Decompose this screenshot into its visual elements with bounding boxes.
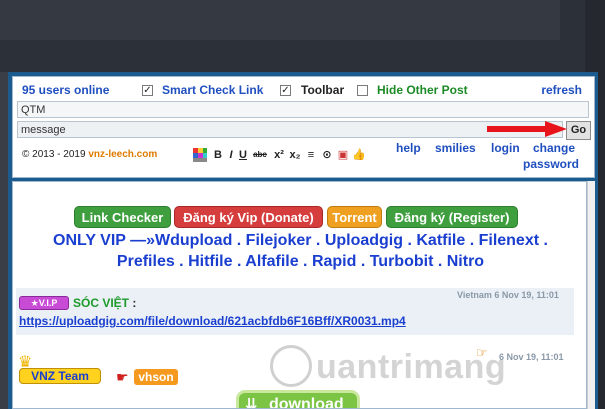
superscript-icon[interactable]: x² (272, 148, 286, 162)
color-palette-icon[interactable] (192, 148, 208, 162)
vip-badge-text: V.I.P (38, 298, 58, 308)
vip-hosts-line-2: Prefiles . Hitfile . Alfafile . Rapid . … (116, 253, 485, 270)
strikethrough-icon[interactable]: abc (250, 148, 270, 162)
hide-other-post-checkbox[interactable] (357, 85, 368, 96)
pointing-hand-icon: ☛ (116, 369, 129, 385)
post-username[interactable]: vhson (134, 369, 178, 385)
underline-icon[interactable]: U (238, 148, 248, 162)
smart-check-link-label[interactable]: Smart Check Link (162, 83, 263, 97)
link-checker-button[interactable]: Link Checker (74, 206, 171, 228)
message-input[interactable]: message (17, 121, 563, 138)
bold-icon[interactable]: B (212, 148, 224, 162)
name-field[interactable]: QTM (17, 101, 589, 118)
message-input-placeholder: message (21, 124, 66, 136)
go-button[interactable]: Go (566, 121, 591, 140)
refresh-link[interactable]: refresh (541, 83, 582, 97)
watermark: uantrimang (270, 345, 590, 391)
window-frame-highlight (0, 0, 560, 40)
subscript-icon[interactable]: x₂ (288, 148, 302, 162)
login-link[interactable]: login (491, 141, 520, 155)
team-badge: VNZ Team (19, 368, 101, 384)
annotation-arrow-icon (487, 121, 567, 137)
torrent-button[interactable]: Torrent (327, 206, 382, 228)
image-icon[interactable]: ▣ (336, 148, 350, 162)
smart-check-link-checkbox[interactable]: ✓ (142, 85, 153, 96)
media-icon[interactable]: ⊙ (320, 148, 334, 162)
smilies-link[interactable]: smilies (435, 141, 476, 155)
post-separator: : (132, 296, 137, 310)
help-link[interactable]: help (396, 141, 421, 155)
vip-donate-button[interactable]: Đăng ký Vip (Donate) (174, 206, 323, 228)
options-row: 95 users online ✓ Smart Check Link ✓ Too… (22, 83, 590, 99)
thumbs-up-icon[interactable]: 👍 (352, 148, 366, 162)
vip-badge: ★V.I.P (19, 296, 69, 310)
copyright-text: © 2013 - 2019 (22, 149, 86, 160)
post-username-text: SÓC VIỆT (73, 296, 130, 310)
post-timestamp: Vietnam 6 Nov 19, 11:01 (457, 290, 559, 300)
vip-hosts-line-1: ONLY VIP —»Wdupload . Filejoker . Upload… (53, 232, 548, 249)
download-button-label: download (269, 396, 344, 409)
change-password-link[interactable]: change (533, 141, 575, 155)
register-button[interactable]: Đăng ký (Register) (386, 206, 518, 228)
name-field-value: QTM (21, 104, 46, 116)
password-link[interactable]: password (523, 157, 579, 171)
watermark-text: uantrimang (316, 348, 507, 386)
site-name: vnz-leech.com (88, 149, 158, 160)
post-download-link[interactable]: https://uploadgig.com/file/download/621a… (19, 314, 406, 328)
download-arrow-icon: ⇊ (245, 396, 258, 409)
chat-post: ★V.I.P SÓC VIỆT : Vietnam 6 Nov 19, 11:0… (16, 288, 574, 335)
watermark-logo-icon (270, 345, 312, 387)
toolbar-label[interactable]: Toolbar (301, 83, 344, 97)
italic-icon[interactable]: I (226, 148, 236, 162)
align-icon[interactable]: ≡ (304, 148, 318, 162)
copyright: © 2013 - 2019 vnz-leech.com (22, 149, 157, 160)
post-username[interactable]: SÓC VIỆT : (73, 296, 136, 310)
download-button[interactable]: ⇊ download (236, 390, 360, 409)
hide-other-post-label[interactable]: Hide Other Post (377, 83, 468, 97)
toolbar-checkbox[interactable]: ✓ (280, 85, 291, 96)
users-online-count: 95 users online (22, 83, 110, 97)
